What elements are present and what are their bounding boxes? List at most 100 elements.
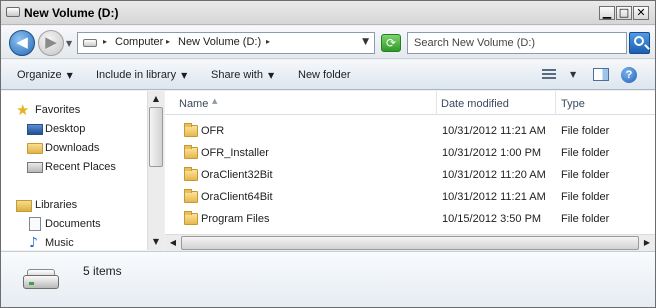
recent-places-icon: [27, 162, 43, 173]
libraries-icon: [16, 200, 32, 212]
search-input[interactable]: [408, 33, 626, 53]
scrollbar-thumb[interactable]: [181, 236, 639, 250]
command-bar: Organize ▼ Include in library ▼ Share with…: [1, 60, 655, 90]
close-button[interactable]: ✕: [633, 6, 649, 20]
scroll-up-icon[interactable]: ▲: [148, 91, 164, 107]
folder-icon: [184, 167, 198, 181]
drive-icon: [23, 269, 59, 291]
file-row-oraclient64bit[interactable]: OraClient64Bit 10/31/2012 11:21 AM File …: [165, 186, 655, 208]
file-date-modified: 10/31/2012 11:21 AM: [442, 191, 546, 203]
forward-arrow-icon: ▶: [45, 33, 57, 51]
scrollbar-thumb[interactable]: [149, 107, 163, 167]
nav-libraries-label: Libraries: [35, 199, 78, 211]
nav-item-downloads[interactable]: Downloads: [1, 139, 147, 157]
address-bar[interactable]: ▸ Computer ▸ New Volume (D:) ▸ ▼: [77, 32, 375, 54]
nav-libraries[interactable]: Libraries: [1, 196, 147, 214]
nav-item-documents[interactable]: Documents: [1, 215, 147, 233]
breadcrumb-separator-icon[interactable]: ▸: [103, 37, 107, 46]
file-name: OraClient32Bit: [201, 169, 273, 181]
help-icon[interactable]: ?: [621, 67, 637, 83]
folder-icon: [184, 145, 198, 159]
folder-icon: [184, 211, 198, 225]
window-title: New Volume (D:): [24, 6, 119, 20]
forward-button[interactable]: ▶: [38, 30, 64, 56]
include-in-library-label: Include in library: [96, 69, 177, 81]
nav-item-label: Downloads: [45, 142, 100, 154]
column-header-label: Date modified: [441, 98, 509, 110]
nav-item-music[interactable]: ♪ Music: [1, 234, 147, 250]
scroll-left-icon[interactable]: ◀: [165, 235, 181, 251]
nav-item-desktop[interactable]: Desktop: [1, 120, 147, 138]
music-icon: ♪: [29, 235, 38, 250]
recent-pages-dropdown[interactable]: ▼: [66, 39, 72, 48]
navigation-bar: ◀ ▶ ▼ ▸ Computer ▸ New Volume (D:) ▸ ▼ ⟳: [1, 26, 655, 59]
nav-item-recent-places[interactable]: Recent Places: [1, 158, 147, 176]
scroll-right-icon[interactable]: ▶: [639, 235, 655, 251]
file-row-oraclient32bit[interactable]: OraClient32Bit 10/31/2012 11:20 AM File …: [165, 164, 655, 186]
breadcrumb-new-volume[interactable]: New Volume (D:): [178, 36, 261, 48]
desktop-icon: [27, 124, 43, 135]
column-header-name[interactable]: Name ▲: [165, 91, 437, 115]
folder-icon: [184, 123, 198, 137]
file-date-modified: 10/31/2012 11:21 AM: [442, 125, 546, 137]
nav-favorites[interactable]: ★ Favorites: [1, 101, 147, 119]
column-header-date-modified[interactable]: Date modified: [437, 91, 556, 115]
explorer-window: New Volume (D:) ▁ □ ✕ ◀ ▶ ▼ ▸ Computer ▸…: [0, 0, 656, 308]
refresh-button[interactable]: ⟳: [381, 34, 401, 52]
search-button[interactable]: [629, 32, 650, 54]
chevron-down-icon: ▼: [181, 71, 188, 80]
scroll-down-icon[interactable]: ▼: [148, 234, 164, 250]
file-type: File folder: [561, 125, 610, 137]
change-view-icon[interactable]: [542, 69, 556, 80]
title-bar[interactable]: New Volume (D:) ▁ □ ✕: [1, 1, 655, 25]
nav-item-label: Desktop: [45, 123, 86, 135]
folder-icon: [184, 189, 198, 203]
column-header-label: Name: [179, 98, 209, 110]
file-row-ofr[interactable]: OFR 10/31/2012 11:21 AM File folder: [165, 120, 655, 142]
file-row-program-files[interactable]: Program Files 10/15/2012 3:50 PM File fo…: [165, 208, 655, 230]
preview-pane-icon[interactable]: [593, 68, 609, 81]
navigation-pane: ★ Favorites Desktop Downloads Recent Pla…: [1, 91, 147, 250]
nav-item-label: Documents: [45, 218, 101, 230]
view-options-dropdown[interactable]: ▼: [570, 70, 576, 79]
downloads-folder-icon: [27, 143, 43, 154]
column-header-row: Name ▲ Date modified Type: [165, 91, 655, 115]
address-dropdown-icon[interactable]: ▼: [362, 37, 369, 47]
minimize-button[interactable]: ▁: [599, 6, 615, 20]
nav-item-label: Music: [45, 237, 74, 249]
column-header-type[interactable]: Type: [556, 91, 655, 115]
refresh-icon: ⟳: [385, 36, 397, 50]
file-date-modified: 10/31/2012 11:20 AM: [442, 169, 546, 181]
file-row-ofr-installer[interactable]: OFR_Installer 10/31/2012 1:00 PM File fo…: [165, 142, 655, 164]
drive-icon: [6, 7, 20, 17]
file-type: File folder: [561, 147, 610, 159]
star-icon: ★: [16, 101, 30, 119]
breadcrumb-separator-icon[interactable]: ▸: [266, 37, 270, 46]
breadcrumb-separator-icon[interactable]: ▸: [166, 37, 170, 46]
file-name: Program Files: [201, 213, 270, 225]
file-list: Name ▲ Date modified Type OFR 10/31/2012…: [165, 91, 655, 250]
item-count: 5 items: [83, 264, 122, 278]
nav-favorites-label: Favorites: [35, 104, 81, 116]
organize-button[interactable]: Organize ▼: [17, 69, 73, 81]
file-type: File folder: [561, 191, 610, 203]
chevron-down-icon: ▼: [267, 71, 275, 80]
share-with-label: Share with: [211, 69, 263, 81]
file-list-horizontal-scrollbar[interactable]: ◀ ▶: [165, 234, 655, 251]
file-name: OFR_Installer: [201, 147, 269, 159]
chevron-down-icon: ▼: [66, 71, 73, 80]
file-date-modified: 10/15/2012 3:50 PM: [442, 213, 542, 225]
file-date-modified: 10/31/2012 1:00 PM: [442, 147, 542, 159]
include-in-library-button[interactable]: Include in library ▼: [96, 69, 187, 81]
search-box[interactable]: [407, 32, 627, 54]
documents-icon: [29, 217, 41, 231]
back-button[interactable]: ◀: [9, 30, 35, 56]
breadcrumb-computer[interactable]: Computer: [115, 36, 163, 48]
maximize-button[interactable]: □: [616, 6, 632, 20]
file-type: File folder: [561, 169, 610, 181]
share-with-button[interactable]: Share with ▼: [211, 69, 274, 81]
organize-label: Organize: [17, 69, 62, 81]
search-icon: [634, 36, 644, 46]
new-folder-button[interactable]: New folder: [298, 69, 351, 81]
nav-pane-scrollbar[interactable]: ▲ ▼: [147, 91, 164, 250]
